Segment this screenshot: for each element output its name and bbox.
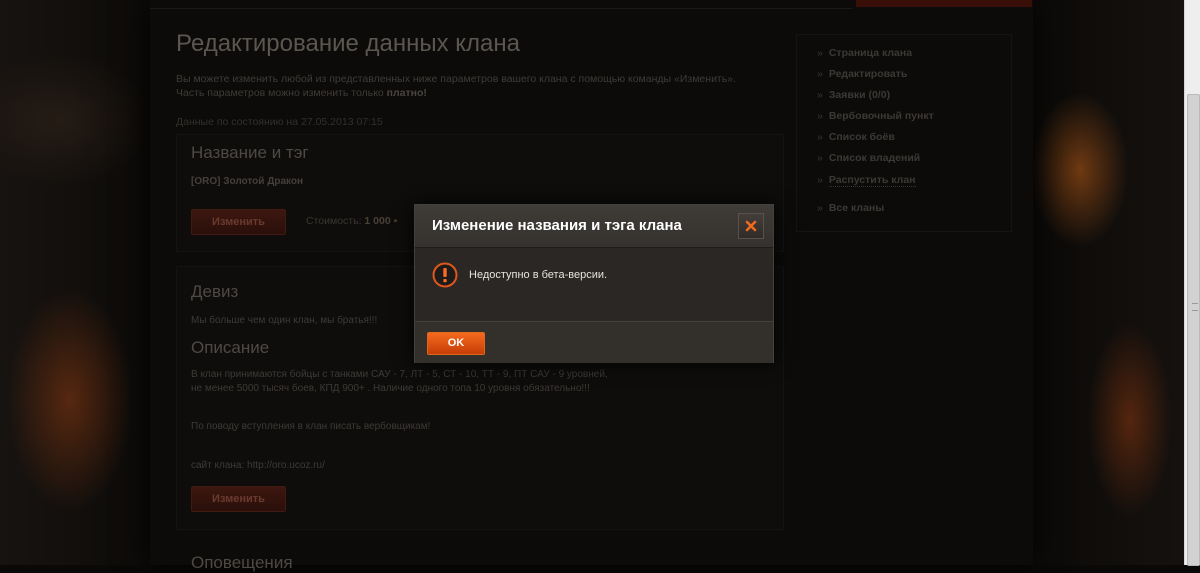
page-scrollbar[interactable]	[1184, 0, 1200, 566]
sidebar-item-label: Распустить клан	[828, 174, 916, 187]
sidebar-item-recruiting[interactable]: » Вербовочный пункт	[817, 110, 934, 122]
arrow-icon: »	[817, 202, 823, 214]
sidebar-item-battles[interactable]: » Список боёв	[817, 131, 895, 143]
close-icon	[745, 220, 757, 232]
alert-icon	[432, 262, 458, 288]
arrow-icon: »	[817, 47, 823, 59]
arrow-icon: »	[817, 131, 823, 143]
close-button[interactable]	[738, 213, 764, 239]
sidebar-item-label: Страница клана	[828, 47, 913, 59]
intro-line-1: Вы можете изменить любой из представленн…	[176, 73, 736, 85]
sidebar-item-all-clans[interactable]: » Все кланы	[817, 202, 884, 214]
description-line-1: В клан принимаются бойцы с танками САУ -…	[191, 369, 608, 380]
sidebar-item-label: Заявки (0/0)	[828, 89, 891, 101]
sidebar-item-label: Редактировать	[828, 68, 908, 80]
arrow-icon: »	[817, 174, 823, 186]
sidebar-item-clan-page[interactable]: » Страница клана	[817, 47, 912, 59]
gold-icon: ▪	[393, 215, 398, 227]
clan-name-value: [ORO] Золотой Дракон	[191, 176, 304, 187]
motto-value: Мы больше чем один клан, мы братья!!!	[191, 315, 378, 326]
notifications-title: Оповещения	[191, 553, 293, 572]
sidebar-item-label: Список владений	[828, 152, 921, 164]
motto-title: Девиз	[191, 282, 239, 301]
intro-line-2-prefix: Часть параметров можно изменить только	[176, 87, 387, 99]
rename-dialog: Изменение названия и тэга клана Недоступ…	[414, 204, 774, 363]
dialog-header: Изменение названия и тэга клана	[415, 205, 773, 248]
dialog-message: Недоступно в бета-версии.	[469, 269, 608, 281]
dialog-body: Недоступно в бета-версии.	[415, 248, 773, 321]
page-title: Редактирование данных клана	[176, 30, 520, 57]
scrollbar-thumb[interactable]	[1187, 94, 1200, 566]
description-line-4: сайт клана: http://oro.ucoz.ru/	[191, 460, 325, 471]
dialog-footer: OK	[415, 321, 773, 363]
arrow-icon: »	[817, 68, 823, 80]
arrow-icon: »	[817, 89, 823, 101]
cost-value: 1 000	[364, 215, 391, 227]
top-nav-bar	[150, 0, 852, 9]
description-line-2: не менее 5000 тысяч боев, КПД 900+ . Нал…	[191, 383, 590, 394]
cost-label: Стоимость:	[306, 215, 362, 227]
sidebar-item-label: Все кланы	[828, 202, 885, 214]
sidebar-item-provinces[interactable]: » Список владений	[817, 152, 920, 164]
ok-button[interactable]: OK	[427, 332, 485, 355]
intro-line-2: Часть параметров можно изменить только п…	[176, 86, 776, 100]
description-line-3: По поводу вступления в клан писать вербо…	[191, 421, 431, 432]
top-red-tab	[856, 0, 1032, 7]
sidebar-item-edit[interactable]: » Редактировать	[817, 68, 907, 80]
edit-description-button[interactable]: Изменить	[191, 486, 286, 512]
arrow-icon: »	[817, 110, 823, 122]
sidebar-item-label: Вербовочный пункт	[828, 110, 934, 122]
intro-text: Вы можете изменить любой из представленн…	[176, 72, 776, 100]
edit-name-button[interactable]: Изменить	[191, 209, 286, 235]
intro-line-2-bold: платно!	[386, 87, 427, 99]
sidebar-item-label: Список боёв	[828, 131, 895, 143]
sidebar-item-disband[interactable]: » Распустить клан	[817, 174, 916, 187]
arrow-icon: »	[817, 152, 823, 164]
description-title: Описание	[191, 338, 270, 357]
dialog-title: Изменение названия и тэга клана	[432, 217, 682, 234]
sidebar-item-requests[interactable]: » Заявки (0/0)	[817, 89, 890, 101]
cost-text: Стоимость: 1 000 ▪	[306, 215, 397, 227]
grip-icon	[1192, 303, 1198, 311]
data-date: Данные по состоянию на 27.05.2013 07:15	[176, 116, 383, 128]
name-tag-title: Название и тэг	[191, 143, 309, 162]
